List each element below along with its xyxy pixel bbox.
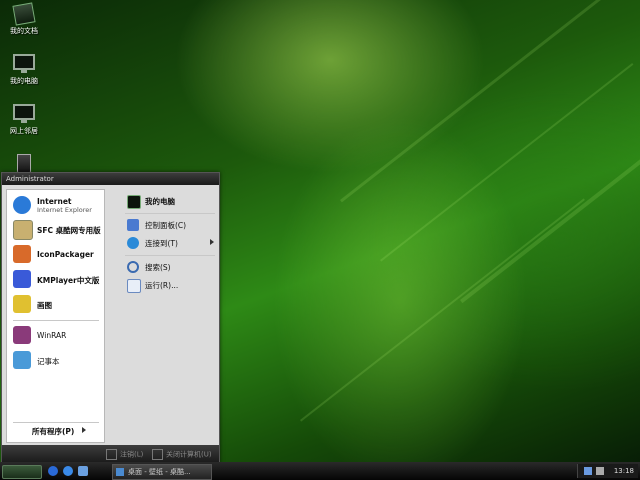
wallpaper-streak — [380, 62, 634, 262]
menu-item-kmplayer[interactable]: KMPlayer中文版 — [11, 268, 103, 290]
system-tray: 13:18 — [577, 464, 638, 478]
system-separator — [125, 213, 215, 214]
pinned-separator — [13, 320, 99, 321]
desktop-icon-my-computer[interactable]: 我的电脑 — [4, 54, 44, 86]
menu-item-run[interactable]: 运行(R)... — [123, 277, 216, 293]
menu-item-my-computer[interactable]: 我的电脑 — [123, 193, 216, 209]
menu-item-paint[interactable]: 画图 — [11, 293, 103, 315]
logoff-label: 注销(L) — [120, 450, 144, 459]
taskbar: 桌面 - 壁纸 - 桌酷... 13:18 — [0, 462, 640, 480]
volume-icon[interactable] — [596, 467, 604, 475]
media-player-icon[interactable] — [78, 466, 88, 476]
power-icon — [152, 449, 163, 460]
chevron-right-icon — [210, 239, 214, 245]
system-separator — [125, 255, 215, 256]
menu-item-control-panel[interactable]: 控制面板(C) — [123, 217, 216, 233]
my-computer-icon — [127, 195, 141, 209]
wallpaper-streak — [300, 198, 585, 422]
menu-item-title: Internet — [37, 197, 72, 206]
taskbar-window-button[interactable]: 桌面 - 壁纸 - 桌酷... — [112, 464, 212, 480]
logoff-button[interactable]: 注销(L) — [106, 449, 143, 460]
menu-item-label: 运行(R)... — [145, 281, 179, 290]
menu-item-title: WinRAR — [37, 331, 67, 340]
all-programs-separator — [13, 422, 99, 423]
start-menu-user-name: Administrator — [2, 173, 219, 185]
kmplayer-icon — [13, 270, 31, 288]
start-menu: Administrator Internet Internet Explorer… — [1, 172, 220, 464]
menu-item-iconpackager[interactable]: IconPackager — [11, 243, 103, 265]
network-places-icon — [13, 104, 35, 123]
control-panel-icon — [127, 219, 139, 231]
all-programs-label: 所有程序(P) — [32, 427, 75, 436]
recycle-bin-icon — [17, 154, 31, 174]
menu-item-label: 我的电脑 — [145, 197, 175, 206]
menu-item-title: 记事本 — [37, 357, 60, 366]
clock[interactable]: 13:18 — [614, 467, 634, 475]
menu-item-winrar[interactable]: WinRAR — [11, 324, 103, 346]
desktop-icon-label: 我的电脑 — [10, 77, 38, 85]
menu-item-label: 控制面板(C) — [145, 221, 187, 230]
menu-item-label: 搜索(S) — [145, 263, 171, 272]
desktop-icon-network-places[interactable]: 网上邻居 — [4, 104, 44, 136]
iconpackager-icon — [13, 245, 31, 263]
window-icon — [116, 468, 124, 476]
desktop-icon-my-documents[interactable]: 我的文档 — [4, 2, 44, 36]
paint-icon — [13, 295, 31, 313]
internet-explorer-icon — [13, 196, 31, 214]
start-menu-footer: 注销(L) 关闭计算机(U) — [2, 445, 219, 463]
menu-item-label: 连接到(T) — [145, 239, 178, 248]
desktop-icon-label: 网上邻居 — [10, 127, 38, 135]
menu-item-title: SFC 桌酷网专用版 — [37, 226, 101, 235]
run-icon — [127, 279, 141, 293]
menu-item-title: KMPlayer中文版 — [37, 276, 100, 285]
menu-item-notepad[interactable]: 记事本 — [11, 349, 103, 371]
winrar-icon — [13, 326, 31, 344]
chevron-right-icon — [82, 427, 87, 433]
desktop-icon-label: 我的文档 — [10, 27, 38, 35]
search-icon — [127, 261, 139, 273]
notepad-icon — [13, 351, 31, 369]
logoff-icon — [106, 449, 117, 460]
menu-item-subtitle: Internet Explorer — [37, 206, 92, 214]
internet-explorer-icon[interactable] — [63, 466, 73, 476]
menu-item-connect-to[interactable]: 连接到(T) — [123, 235, 216, 251]
menu-item-title: IconPackager — [37, 250, 94, 259]
wallpaper-streak — [340, 0, 640, 203]
my-computer-icon — [13, 54, 35, 73]
taskbar-window-title: 桌面 - 壁纸 - 桌酷... — [128, 468, 191, 476]
my-documents-icon — [12, 2, 36, 26]
wallpaper-streak — [460, 139, 640, 304]
connect-to-icon — [127, 237, 139, 249]
network-icon[interactable] — [584, 467, 592, 475]
menu-item-sfc[interactable]: SFC 桌酷网专用版 — [11, 218, 103, 240]
sfc-app-icon — [13, 220, 33, 240]
menu-item-search[interactable]: 搜索(S) — [123, 259, 216, 275]
menu-item-internet[interactable]: Internet Internet Explorer — [11, 194, 103, 216]
shutdown-button[interactable]: 关闭计算机(U) — [152, 449, 212, 460]
show-desktop-icon[interactable] — [48, 466, 58, 476]
all-programs-button[interactable]: 所有程序(P) — [32, 426, 87, 437]
start-menu-pinned-panel: Internet Internet Explorer SFC 桌酷网专用版 Ic… — [6, 189, 105, 443]
shutdown-label: 关闭计算机(U) — [166, 450, 212, 459]
menu-item-title: 画图 — [37, 301, 52, 310]
start-button[interactable] — [2, 465, 42, 479]
